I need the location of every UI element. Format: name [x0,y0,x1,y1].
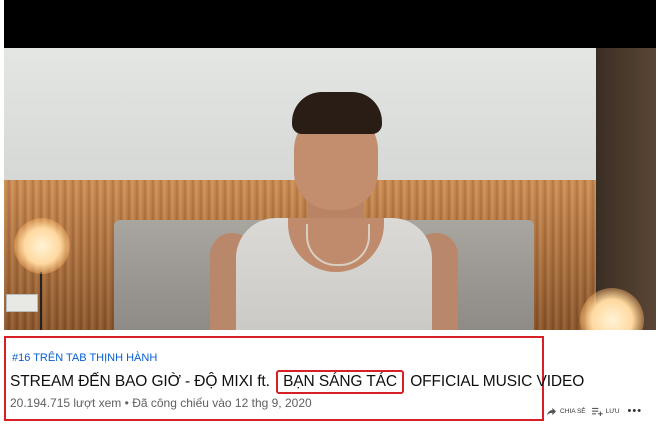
action-bar: CHIA SẺ LƯU ••• [546,402,642,420]
view-count: 20.194.715 lượt xem [10,396,122,410]
title-part-after: OFFICIAL MUSIC VIDEO [410,373,585,390]
hair [292,92,382,134]
share-icon [547,407,556,416]
save-label: LƯU [605,407,620,415]
trending-hashtag-link[interactable]: #16 TRÊN TAB THỊNH HÀNH [12,352,157,364]
title-highlight: BẠN SÁNG TÁC [276,370,404,394]
meta-separator: • [124,396,129,410]
video-info-box: #16 TRÊN TAB THỊNH HÀNH STREAM ĐẾN BAO G… [4,336,584,421]
video-player[interactable] [4,0,656,330]
save-button[interactable]: LƯU [591,407,620,416]
premiere-date: Đã công chiếu vào 12 thg 9, 2020 [132,396,312,410]
more-options-button[interactable]: ••• [628,405,643,417]
share-label: CHIA SẺ [560,407,586,415]
share-button[interactable]: CHIA SẺ [546,407,586,416]
video-meta: 20.194.715 lượt xem • Đã công chiếu vào … [10,396,312,410]
title-part-before: STREAM ĐẾN BAO GIỜ - ĐỘ MIXI ft. [10,373,270,390]
video-frame[interactable] [4,48,656,330]
singer-figure [4,48,656,330]
video-title: STREAM ĐẾN BAO GIỜ - ĐỘ MIXI ft. BẠN SÁN… [10,370,584,394]
playlist-add-icon [591,407,603,416]
